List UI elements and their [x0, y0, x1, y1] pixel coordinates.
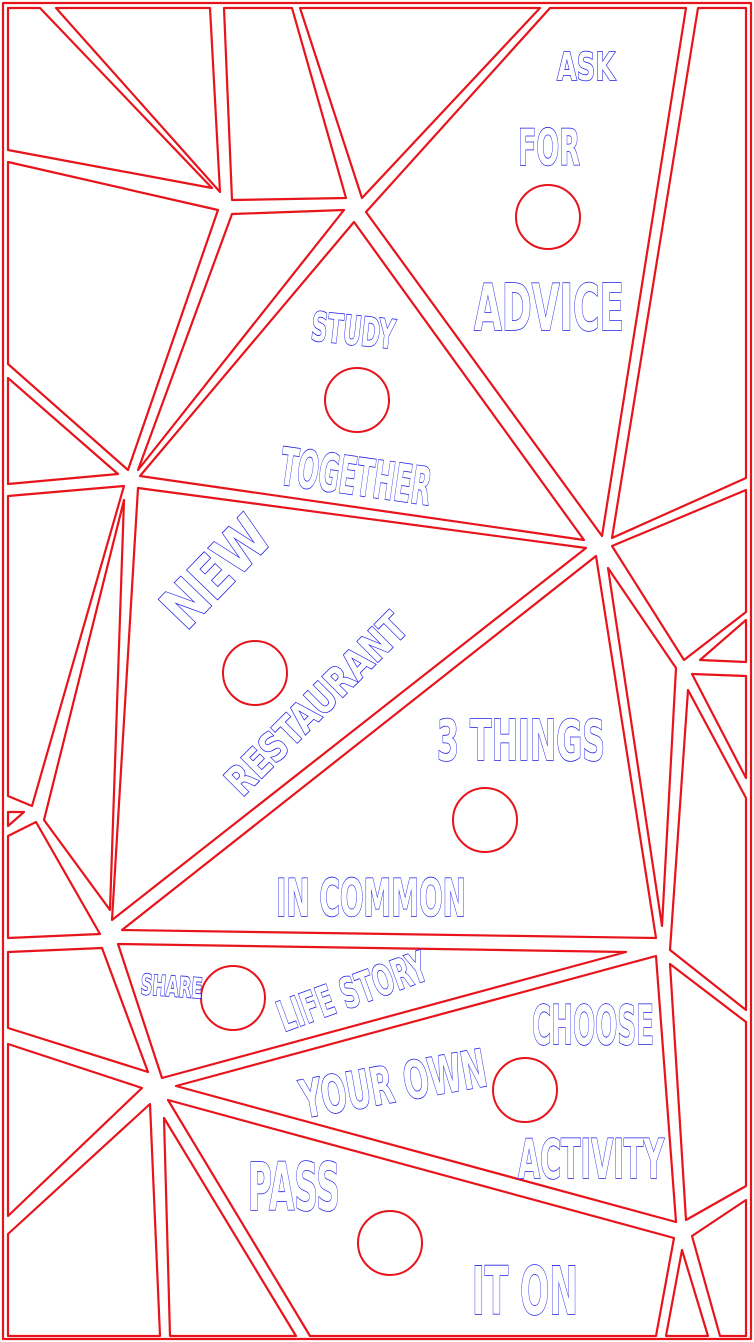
- tile-left-9: [6, 1102, 162, 1338]
- label-study: STUDY: [309, 304, 398, 359]
- tile-top-mid: [222, 6, 348, 202]
- tile-right-8: [664, 1248, 710, 1338]
- tile-left-6: [42, 498, 126, 912]
- label-in-common: IN COMMON: [276, 869, 466, 929]
- label-for: FOR: [518, 119, 580, 177]
- tile-right-7: [690, 1198, 748, 1338]
- tile-left-4: [6, 810, 26, 828]
- tile-top-left: [6, 6, 214, 190]
- spot-choose-activity[interactable]: [492, 1057, 558, 1123]
- label-your-own: YOUR OWN: [295, 1039, 491, 1131]
- label-new: NEW: [147, 502, 285, 641]
- label-share: SHARE: [140, 968, 204, 1005]
- spot-three-things[interactable]: [452, 787, 518, 853]
- tile-top-right: [610, 6, 748, 540]
- label-three-things: 3 THINGS: [437, 709, 605, 774]
- tile-left-3: [6, 484, 126, 808]
- label-advice: ADVICE: [474, 272, 624, 346]
- spot-study-together[interactable]: [324, 367, 390, 433]
- label-activity: ACTIVITY: [518, 1128, 664, 1191]
- spot-new-restaurant[interactable]: [222, 640, 288, 706]
- label-ask: ASK: [557, 45, 616, 89]
- tile-left-2: [6, 376, 120, 486]
- board-svg: ASK FOR ADVICE STUDY TOGETHER NEW RESTAU…: [1, 1, 753, 1341]
- spot-pass-it-on[interactable]: [357, 1210, 423, 1276]
- tile-right-1: [610, 488, 748, 662]
- label-pass: PASS: [248, 1149, 340, 1226]
- spot-ask-advice[interactable]: [515, 184, 581, 250]
- prompt-board: ASK FOR ADVICE STUDY TOGETHER NEW RESTAU…: [0, 0, 754, 1342]
- tile-top-mid-2: [298, 6, 542, 200]
- tile-left-1: [6, 160, 220, 472]
- tile-right-2: [606, 566, 678, 928]
- spot-share-life-story[interactable]: [200, 965, 266, 1031]
- tile-right-4: [690, 672, 748, 780]
- label-together: TOGETHER: [276, 437, 435, 518]
- label-it-on: IT ON: [472, 1253, 578, 1330]
- tile-right-5: [668, 688, 748, 1012]
- tile-left-7: [6, 946, 150, 1074]
- tile-left-5: [6, 820, 102, 940]
- label-choose: CHOOSE: [532, 994, 654, 1057]
